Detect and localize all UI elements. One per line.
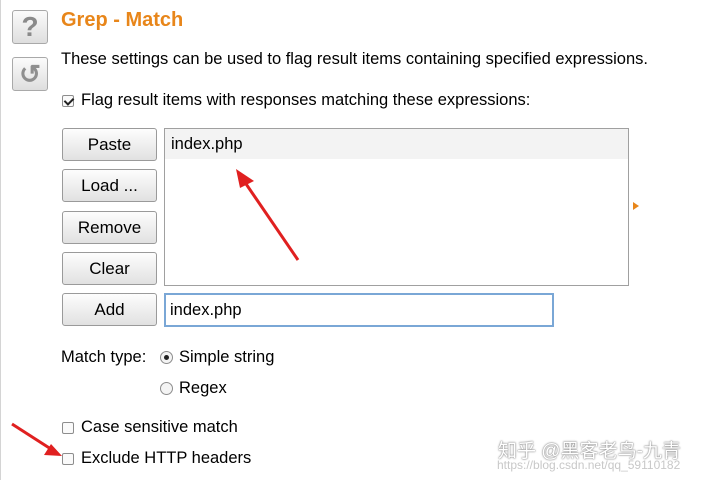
panel-border: [0, 0, 1, 480]
simple-string-radio[interactable]: [160, 351, 173, 364]
flag-results-option[interactable]: Flag result items with responses matchin…: [62, 91, 530, 110]
match-type-label: Match type:: [61, 348, 147, 366]
restore-defaults-button[interactable]: ↺: [12, 57, 48, 91]
clear-button[interactable]: Clear: [62, 252, 157, 285]
case-sensitive-option[interactable]: Case sensitive match: [62, 418, 238, 437]
case-sensitive-label: Case sensitive match: [81, 418, 238, 436]
flag-results-checkbox[interactable]: [62, 94, 74, 107]
section-description: These settings can be used to flag resul…: [61, 50, 648, 68]
help-icon: ?: [21, 11, 39, 42]
match-type-regex-option[interactable]: Regex: [160, 379, 227, 398]
annotation-arrow-checkbox: [11, 422, 62, 456]
watermark-url: https://blog.csdn.net/qq_59110182: [497, 458, 681, 472]
exclude-headers-checkbox[interactable]: [62, 452, 74, 465]
regex-radio[interactable]: [160, 382, 173, 395]
refresh-icon: ↺: [19, 59, 41, 89]
expression-list[interactable]: index.php: [164, 128, 629, 286]
expand-arrow-icon[interactable]: [633, 202, 639, 210]
exclude-headers-label: Exclude HTTP headers: [81, 449, 252, 467]
match-type-simple-option[interactable]: Simple string: [160, 348, 274, 367]
add-expression-input[interactable]: [164, 293, 554, 327]
list-item[interactable]: index.php: [165, 129, 628, 159]
load-button[interactable]: Load ...: [62, 169, 157, 202]
add-button[interactable]: Add: [62, 293, 157, 326]
simple-string-label: Simple string: [179, 348, 275, 366]
exclude-headers-option[interactable]: Exclude HTTP headers: [62, 449, 251, 468]
section-title: Grep - Match: [61, 9, 184, 31]
regex-label: Regex: [179, 379, 227, 397]
help-button[interactable]: ?: [12, 10, 48, 44]
flag-results-label: Flag result items with responses matchin…: [81, 91, 531, 109]
case-sensitive-checkbox[interactable]: [62, 421, 74, 434]
paste-button[interactable]: Paste: [62, 128, 157, 161]
remove-button[interactable]: Remove: [62, 211, 157, 244]
